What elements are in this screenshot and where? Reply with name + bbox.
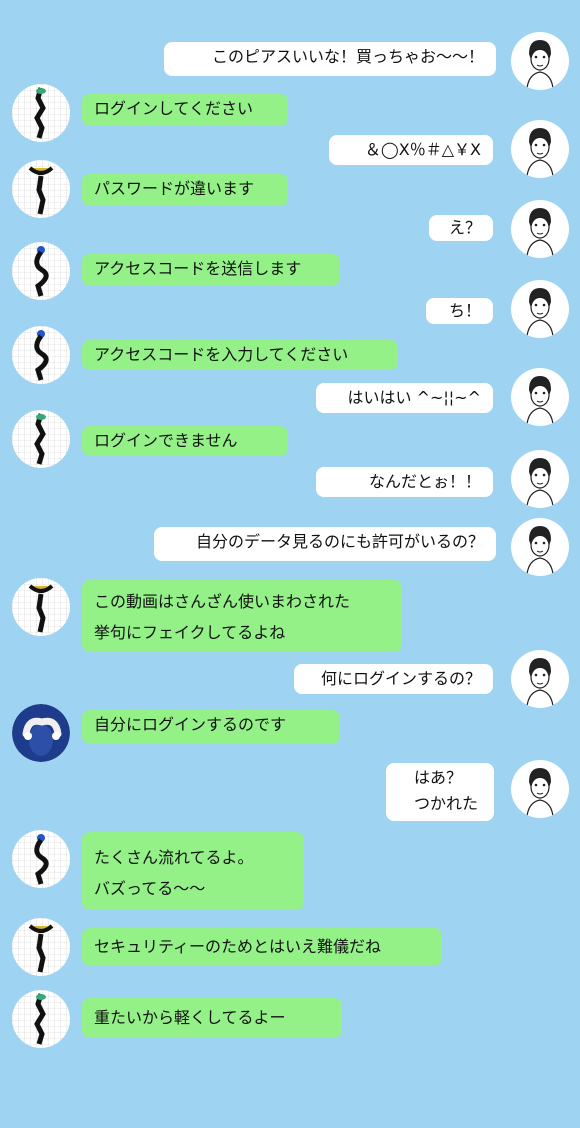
message-bubble-other: 重たいから軽くしてるよー — [82, 998, 342, 1038]
woman-sketch-avatar[interactable] — [511, 368, 569, 426]
message-bubble-me: ＆◯X％＃△￥X — [329, 135, 493, 165]
message-bubble-other: この動画はさんざん使いまわされた 挙句にフェイクしてるよね — [82, 580, 402, 652]
message-bubble-me: なんだとぉ！！ — [316, 467, 493, 497]
message-bubble-me: はいはい ^~¦¦~^ — [316, 383, 493, 413]
message-bubble-me: 何にログインするの？ — [294, 664, 493, 694]
blue-figure-avatar[interactable] — [12, 704, 70, 762]
message-bubble-other: セキュリティーのためとはいえ難儀だね — [82, 928, 442, 966]
woman-sketch-avatar[interactable] — [511, 120, 569, 178]
message-bubble-other: たくさん流れてるよ。 バズってる〜〜 — [82, 832, 304, 910]
message-bubble-other: アクセスコードを送信します — [82, 254, 340, 286]
message-bubble-me: はあ？ つかれた — [386, 763, 494, 821]
message-bubble-other: 自分にログインするのです — [82, 710, 340, 744]
woman-sketch-avatar[interactable] — [511, 518, 569, 576]
message-bubble-other: パスワードが違います — [82, 174, 288, 206]
woman-sketch-avatar[interactable] — [511, 200, 569, 258]
message-bubble-me: このピアスいいな！買っちゃお〜〜！ — [164, 42, 496, 76]
phone-cable-avatar[interactable] — [12, 84, 70, 142]
message-bubble-other: ログインできません — [82, 426, 288, 456]
phone-cable-avatar[interactable] — [12, 160, 70, 218]
woman-sketch-avatar[interactable] — [511, 450, 569, 508]
woman-sketch-avatar[interactable] — [511, 650, 569, 708]
message-bubble-me: 自分のデータ見るのにも許可がいるの？ — [154, 527, 496, 561]
phone-cable-avatar[interactable] — [12, 578, 70, 636]
woman-sketch-avatar[interactable] — [511, 280, 569, 338]
phone-cable-avatar[interactable] — [12, 326, 70, 384]
message-bubble-other: アクセスコードを入力してください — [82, 340, 398, 370]
phone-cable-avatar[interactable] — [12, 830, 70, 888]
woman-sketch-avatar[interactable] — [511, 32, 569, 90]
phone-cable-avatar[interactable] — [12, 990, 70, 1048]
phone-cable-avatar[interactable] — [12, 242, 70, 300]
message-bubble-me: ち！ — [426, 298, 493, 324]
woman-sketch-avatar[interactable] — [511, 760, 569, 818]
message-bubble-me: え？ — [429, 215, 493, 241]
phone-cable-avatar[interactable] — [12, 410, 70, 468]
message-bubble-other: ログインしてください — [82, 94, 288, 126]
phone-cable-avatar[interactable] — [12, 918, 70, 976]
